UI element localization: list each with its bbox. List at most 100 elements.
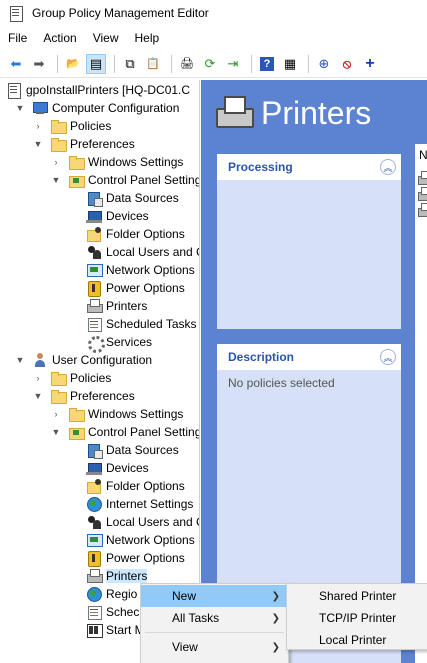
tree-item-user-preferences[interactable]: ▼ Preferences — [32, 387, 135, 405]
processing-panel-title: Processing — [228, 160, 293, 174]
toolbar-separator — [57, 54, 58, 73]
export-list-button[interactable]: ⇥ — [223, 54, 243, 74]
collapse-icon[interactable]: ▼ — [50, 174, 62, 186]
up-level-button[interactable]: 📂 — [63, 54, 83, 74]
tree-item-computer-data-sources[interactable]: Data Sources — [86, 189, 179, 207]
copy-icon: ⧉ — [125, 55, 135, 71]
tree-item-computer-preferences[interactable]: ▼ Preferences — [32, 135, 135, 153]
show-hide-tree-button[interactable]: ▤ — [86, 53, 106, 74]
expand-icon[interactable]: › — [32, 120, 44, 132]
collapse-icon[interactable]: ▼ — [14, 102, 26, 114]
tree-item-user-devices[interactable]: Devices — [86, 459, 149, 477]
collapse-icon[interactable]: ▼ — [32, 390, 44, 402]
tree-item-label: Printers — [106, 299, 148, 313]
tree-item-computer-windows-settings[interactable]: › Windows Settings — [50, 153, 183, 171]
menu-help[interactable]: Help — [135, 31, 160, 45]
tree-item-computer-scheduled-tasks[interactable]: Scheduled Tasks — [86, 315, 197, 333]
computer-icon — [32, 100, 48, 116]
back-button[interactable]: ⬅ — [6, 54, 26, 74]
print-icon: 🖨 — [180, 58, 194, 70]
context-menu-item-view[interactable]: View ❯ — [141, 636, 288, 658]
menu-action[interactable]: Action — [43, 31, 76, 45]
tree-item-label: Power Options — [106, 281, 185, 295]
expand-icon[interactable]: › — [32, 372, 44, 384]
tree-item-user-control-panel[interactable]: ▼ Control Panel Setting — [50, 423, 200, 441]
tree-item-user-network-options[interactable]: Network Options — [86, 531, 195, 549]
collapse-icon[interactable]: ▼ — [32, 138, 44, 150]
forward-button[interactable]: ➡ — [29, 54, 49, 74]
tree-item-computer-folder-options[interactable]: Folder Options — [86, 225, 185, 243]
printer-item-icon[interactable] — [417, 186, 427, 201]
tree-item-user-start-menu[interactable]: Start M — [86, 621, 145, 639]
tree-item-user-configuration[interactable]: ▼ User Configuration — [14, 351, 152, 369]
tree-item-computer-policies[interactable]: › Policies — [32, 117, 111, 135]
tree-item-computer-control-panel[interactable]: ▼ Control Panel Setting — [50, 171, 200, 189]
folder-icon — [50, 388, 67, 404]
menu-file[interactable]: File — [8, 31, 27, 45]
collapse-icon[interactable]: ▼ — [14, 354, 26, 366]
context-menu-item-all-tasks[interactable]: All Tasks ❯ — [141, 607, 288, 629]
tree-item-user-local-users[interactable]: Local Users and G — [86, 513, 199, 531]
stop-button[interactable]: ⦸ — [337, 54, 357, 74]
tree-item-computer-services[interactable]: Services — [86, 333, 153, 353]
tree-item-user-data-sources[interactable]: Data Sources — [86, 441, 179, 459]
tree-item-user-scheduled-tasks[interactable]: Schec — [86, 603, 139, 621]
collapse-icon[interactable]: ▼ — [50, 426, 62, 438]
new-item-button[interactable]: ⊕ — [314, 54, 334, 74]
printer-item-icon[interactable] — [417, 202, 427, 217]
menu-item-label: All Tasks — [172, 611, 220, 625]
tree-item-computer-devices[interactable]: Devices — [86, 207, 149, 225]
refresh-button[interactable]: ⟳ — [200, 54, 220, 74]
expand-icon[interactable]: › — [50, 156, 62, 168]
tree-item-label: Services — [106, 335, 153, 349]
submenu-item-shared-printer[interactable]: Shared Printer — [287, 585, 427, 607]
power-options-icon — [86, 550, 102, 567]
scheduled-tasks-icon — [86, 316, 102, 332]
tree-item-user-internet-settings[interactable]: Internet Settings — [86, 495, 193, 513]
tree-item-label: Internet Settings — [106, 497, 194, 511]
submenu-item-local-printer[interactable]: Local Printer — [287, 629, 427, 651]
paste-button[interactable]: 📋 — [143, 54, 163, 74]
tree-item-user-policies[interactable]: › Policies — [32, 369, 111, 387]
menu-view[interactable]: View — [93, 31, 119, 45]
tree-item-computer-local-users[interactable]: Local Users and G — [86, 243, 199, 261]
expand-icon[interactable]: › — [50, 408, 62, 420]
printer-item-icon[interactable] — [417, 170, 427, 185]
help-button[interactable]: ? — [257, 54, 277, 74]
tree-item-label: Network Options — [106, 263, 195, 277]
list-column-header-name[interactable]: N — [419, 148, 427, 162]
tree-item-label: Control Panel Setting — [88, 173, 200, 187]
tree-item-gpo-root[interactable]: gpoInstallPrinters [HQ-DC01.C — [6, 81, 190, 99]
tree-item-user-regional-options[interactable]: Regio — [86, 585, 137, 603]
internet-settings-icon — [86, 496, 102, 512]
properties-button[interactable]: ▦ — [280, 54, 300, 74]
copy-button[interactable]: ⧉ — [120, 54, 140, 74]
tree-item-user-folder-options[interactable]: Folder Options — [86, 477, 185, 495]
submenu-item-tcpip-printer[interactable]: TCP/IP Printer — [287, 607, 427, 629]
tree-item-computer-power-options[interactable]: Power Options — [86, 279, 185, 297]
menu-separator — [145, 632, 284, 633]
folder-options-icon — [86, 226, 102, 242]
folder-options-icon — [86, 478, 102, 494]
content-title: Printers — [261, 94, 372, 131]
context-menu-item-new[interactable]: New ❯ — [141, 585, 288, 607]
console-tree[interactable]: gpoInstallPrinters [HQ-DC01.C ▼ Computer… — [0, 80, 200, 663]
tree-item-user-power-options[interactable]: Power Options — [86, 549, 185, 567]
tree-item-computer-configuration[interactable]: ▼ Computer Configuration — [14, 99, 180, 117]
print-button[interactable]: 🖨 — [177, 54, 197, 74]
tree-item-user-printers[interactable]: Printers — [86, 567, 148, 585]
properties-icon: ▦ — [283, 55, 297, 71]
tree-item-computer-network-options[interactable]: Network Options — [86, 261, 195, 279]
local-users-icon — [86, 244, 102, 260]
collapse-chevron-icon[interactable]: ︽ — [380, 349, 396, 365]
collapse-chevron-icon[interactable]: ︽ — [380, 159, 396, 175]
tree-item-user-windows-settings[interactable]: › Windows Settings — [50, 405, 183, 423]
tree-item-label: Control Panel Setting — [88, 425, 200, 439]
tree-item-label: Policies — [70, 119, 112, 133]
description-panel-header[interactable]: Description ︽ — [217, 344, 401, 370]
add-button[interactable]: + — [360, 54, 380, 74]
processing-panel-header[interactable]: Processing ︽ — [217, 154, 401, 180]
tree-item-computer-printers[interactable]: Printers — [86, 297, 147, 315]
folder-icon — [68, 406, 85, 422]
printer-icon — [86, 568, 103, 584]
